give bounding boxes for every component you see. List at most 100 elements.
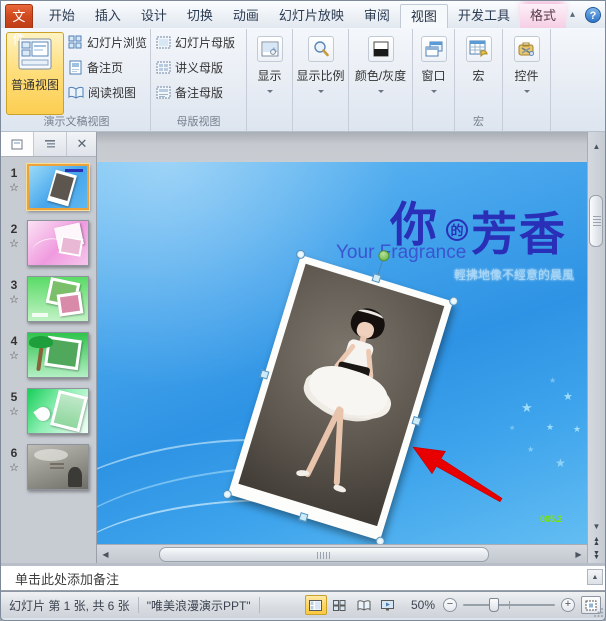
- scroll-down-icon[interactable]: ▼: [588, 518, 605, 535]
- chevron-down-icon: [523, 90, 530, 96]
- notes-page-button[interactable]: 备注页: [68, 59, 147, 76]
- scroll-right-icon[interactable]: ▶: [570, 546, 587, 563]
- status-reading-view-button[interactable]: [353, 595, 375, 615]
- horizontal-scroll-thumb[interactable]: [159, 546, 489, 562]
- window-button[interactable]: 窗口: [416, 32, 451, 115]
- notes-pane[interactable]: 单击此处添加备注 ▲: [1, 563, 605, 591]
- tab-animations[interactable]: 动画: [223, 4, 269, 28]
- thumb2-swirl: [30, 235, 64, 259]
- notes-scroll-up-icon[interactable]: ▲: [587, 569, 603, 585]
- slide-thumbnail-5[interactable]: [27, 388, 89, 434]
- handout-master-button[interactable]: 讲义母版: [156, 59, 235, 76]
- star-icon: ★: [521, 400, 533, 415]
- status-divider: [137, 597, 139, 613]
- slide-thumbnail-4[interactable]: [27, 332, 89, 378]
- tab-design[interactable]: 设计: [131, 4, 177, 28]
- scroll-up-icon[interactable]: ▲: [588, 138, 605, 155]
- group-label-presentation-views: 演示文稿视图: [43, 116, 110, 128]
- color-grayscale-button[interactable]: 颜色/灰度: [352, 32, 409, 115]
- thumb6-text: [50, 463, 64, 465]
- vertical-scroll-track[interactable]: [588, 155, 605, 518]
- slide-number: 3: [10, 278, 18, 292]
- slide-row-5: 5 ☆: [1, 388, 96, 435]
- show-button[interactable]: 显示: [250, 32, 289, 115]
- slide-sorter-icon: [68, 35, 83, 50]
- controls-button[interactable]: 控件: [506, 32, 547, 115]
- zoom-out-button[interactable]: −: [443, 598, 457, 612]
- tab-home[interactable]: 开始: [39, 4, 85, 28]
- tab-view[interactable]: 视图: [399, 4, 448, 28]
- slide-sorter-label: 幻灯片浏览: [86, 36, 147, 50]
- help-icon[interactable]: ?: [585, 6, 601, 23]
- slide-number: 6: [10, 446, 18, 460]
- color-grayscale-icon: [367, 36, 394, 62]
- notes-placeholder[interactable]: 单击此处添加备注: [15, 569, 119, 588]
- thumb4-palm-leaves: [29, 336, 53, 348]
- reading-view-button[interactable]: 阅读视图: [68, 84, 147, 101]
- previous-slide-button[interactable]: ▲ ▲: [588, 535, 605, 549]
- slide-master-button[interactable]: 幻灯片母版: [156, 34, 235, 51]
- slide-thumbnail-3[interactable]: [27, 276, 89, 322]
- zoom-in-button[interactable]: +: [561, 598, 575, 612]
- tab-transitions[interactable]: 切换: [177, 4, 223, 28]
- resize-handle-right[interactable]: [411, 416, 422, 427]
- status-normal-view-button[interactable]: [304, 595, 327, 615]
- macros-button[interactable]: 宏: [458, 32, 499, 115]
- tab-developer[interactable]: 开发工具: [448, 4, 520, 28]
- window-resize-grip[interactable]: [594, 607, 604, 617]
- resize-handle-left[interactable]: [259, 369, 270, 380]
- slide-thumbnail-list: 1 ☆ 2 ☆ 3 ☆ 4 ☆ 5 ☆ 6 ☆: [1, 157, 96, 563]
- slide-master-label: 幻灯片母版: [175, 36, 236, 50]
- close-pane-icon[interactable]: ✕: [68, 132, 96, 156]
- next-slide-button[interactable]: ▼ ▼: [588, 549, 605, 563]
- group-macros: 宏 宏: [455, 29, 503, 131]
- theme-name[interactable]: "唯美浪漫演示PPT": [147, 597, 251, 614]
- vertical-scroll-thumb[interactable]: [589, 195, 603, 247]
- tab-insert[interactable]: 插入: [85, 4, 131, 28]
- resize-handle-bottom-right[interactable]: [374, 535, 386, 544]
- reading-view-label: 阅读视图: [87, 86, 136, 100]
- slide-sorter-button[interactable]: 幻灯片浏览: [68, 34, 147, 51]
- chevron-down-icon: [377, 90, 384, 96]
- animation-star-icon: ☆: [9, 462, 19, 474]
- horizontal-scroll-track[interactable]: [114, 546, 570, 563]
- zoom-slider[interactable]: [463, 597, 555, 613]
- resize-handle-top-left[interactable]: [295, 248, 307, 260]
- thumb4-palm-trunk: [36, 344, 44, 372]
- tab-slideshow[interactable]: 幻灯片放映: [269, 4, 354, 28]
- slide-thumbnail-2[interactable]: [27, 220, 89, 266]
- slide-thumbnail-1[interactable]: [27, 164, 89, 210]
- notes-page-icon: [68, 60, 83, 75]
- selected-photo[interactable]: [221, 248, 460, 544]
- chevron-down-icon: [430, 90, 437, 96]
- resize-handle-top[interactable]: [371, 273, 382, 284]
- status-slideshow-button[interactable]: [377, 595, 399, 615]
- zoom-level[interactable]: 50%: [411, 598, 435, 612]
- slide-number: 4: [10, 334, 18, 348]
- tab-review[interactable]: 审阅: [354, 4, 400, 28]
- handout-master-label: 讲义母版: [175, 61, 224, 75]
- collapse-ribbon-icon[interactable]: ▴: [566, 7, 579, 22]
- slides-tab[interactable]: [1, 132, 34, 156]
- workspace: ✕ 1 ☆ 2 ☆ 3 ☆ 4 ☆ 5 ☆ 6 ☆ ★ ★ ★ ★ ★ ★ ★ …: [1, 132, 605, 563]
- outline-tab[interactable]: [34, 132, 67, 156]
- notes-master-icon: [156, 86, 171, 99]
- tab-format-contextual[interactable]: 格式: [519, 4, 566, 28]
- status-slide-sorter-button[interactable]: [329, 595, 351, 615]
- star-icon: ★: [549, 376, 557, 385]
- scroll-left-icon[interactable]: ◀: [97, 546, 114, 563]
- resize-handle-top-right[interactable]: [448, 295, 460, 307]
- slide-counter[interactable]: 幻灯片 第 1 张, 共 6 张: [9, 597, 130, 614]
- color-grayscale-label: 颜色/灰度: [354, 69, 407, 83]
- notes-master-button[interactable]: 备注母版: [156, 84, 235, 101]
- star-icon: ★: [573, 424, 582, 434]
- cascade-windows-icon: [420, 36, 447, 62]
- file-tab[interactable]: 文件: [5, 4, 33, 47]
- zoom-button[interactable]: 显示比例: [296, 32, 345, 115]
- zoom-slider-thumb[interactable]: [489, 598, 499, 612]
- group-label-color-grayscale: [349, 115, 412, 131]
- slide-canvas[interactable]: ★ ★ ★ ★ ★ ★ ★ ★ 你 的 芳香 Your Fragrance 輕拂…: [97, 162, 587, 544]
- group-label-master-views: 母版视图: [176, 116, 221, 128]
- slide-row-3: 3 ☆: [1, 276, 96, 323]
- slide-thumbnail-6[interactable]: [27, 444, 89, 490]
